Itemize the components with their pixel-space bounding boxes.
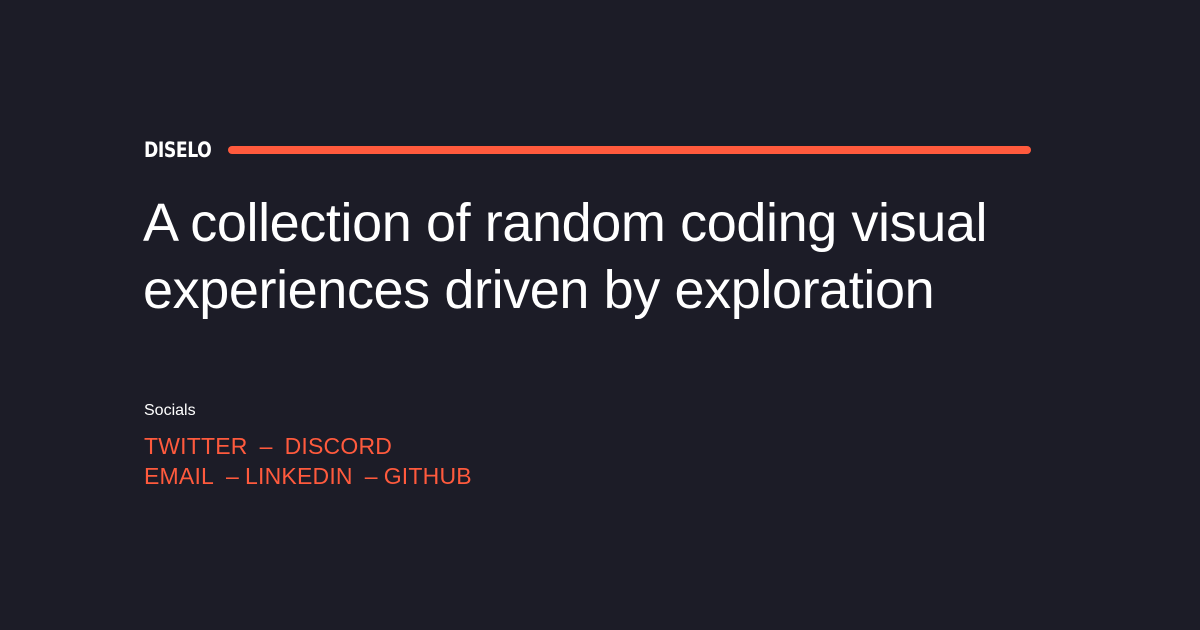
- brand-logo: DISELO: [144, 138, 212, 162]
- social-links-row-2: EMAIL – LINKEDIN – GITHUB: [144, 461, 472, 491]
- brand-header: DISELO: [144, 136, 1031, 164]
- link-separator: –: [259, 433, 273, 459]
- social-links: TWITTER – DISCORD EMAIL – LINKEDIN – GIT…: [144, 431, 472, 491]
- socials-label: Socials: [144, 402, 196, 419]
- headline-line-1: A collection of random coding visual: [143, 193, 988, 253]
- discord-link[interactable]: DISCORD: [285, 431, 392, 461]
- social-links-row-1: TWITTER – DISCORD: [144, 431, 472, 461]
- linkedin-link[interactable]: LINKEDIN: [245, 461, 353, 491]
- headline-line-2: experiences driven by exploration: [143, 260, 935, 320]
- twitter-link[interactable]: TWITTER: [144, 431, 248, 461]
- page-headline: A collection of random coding visual exp…: [143, 190, 1103, 324]
- accent-divider: [228, 146, 1031, 154]
- github-link[interactable]: GITHUB: [384, 461, 472, 491]
- email-link[interactable]: EMAIL: [144, 461, 214, 491]
- link-separator: –: [226, 463, 240, 489]
- link-separator: –: [364, 463, 378, 489]
